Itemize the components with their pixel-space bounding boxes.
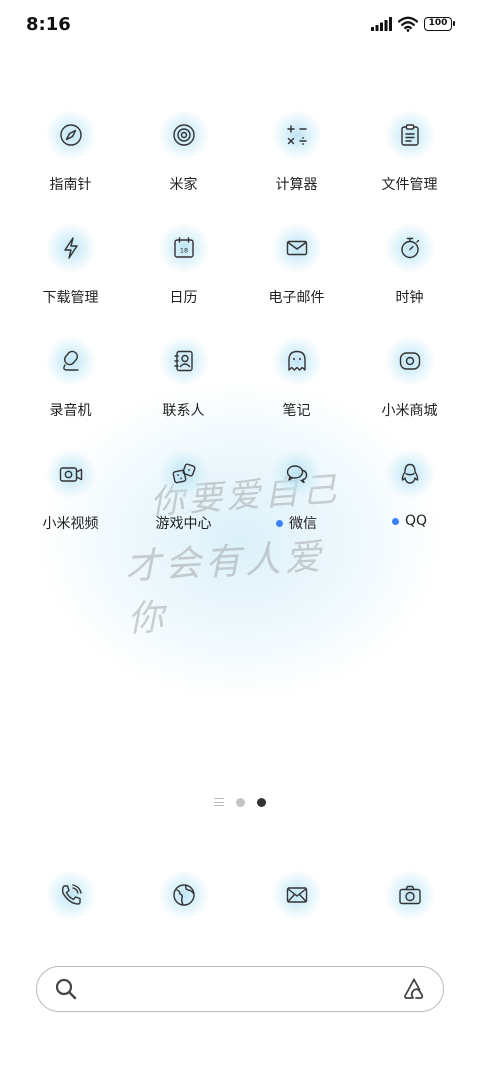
envelope-icon [271, 223, 322, 273]
dock-camera[interactable] [353, 870, 466, 930]
recorder-icon [45, 336, 96, 386]
stopwatch-icon [384, 223, 435, 273]
phone-icon [45, 870, 96, 920]
app-label: 指南针 [49, 177, 92, 193]
app-label: 联系人 [162, 403, 205, 419]
app-label: 笔记 [282, 403, 311, 419]
app-label: 米家 [169, 177, 198, 193]
dice-icon [158, 449, 209, 499]
ghost-icon [271, 336, 322, 386]
app-grid: 指南针 米家 计算器 文件管理 下载管理 18 日历 电子邮件 时钟 录音机 联… [14, 110, 466, 562]
message-icon [271, 870, 322, 920]
battery-icon: 100 [424, 17, 455, 31]
svg-text:18: 18 [179, 247, 187, 255]
page-indicator [0, 794, 480, 810]
assistant-icon[interactable] [401, 976, 427, 1002]
app-recorder[interactable]: 录音机 [14, 336, 127, 449]
dock-browser[interactable] [127, 870, 240, 930]
dock-messages[interactable] [240, 870, 353, 930]
app-label: 电子邮件 [268, 290, 325, 306]
app-wechat[interactable]: 微信 [240, 449, 353, 562]
app-qq[interactable]: QQ [353, 449, 466, 562]
app-mi-video[interactable]: 小米视频 [14, 449, 127, 562]
notification-dot [276, 519, 283, 527]
app-row: 下载管理 18 日历 电子邮件 时钟 [14, 223, 466, 336]
app-label: 时钟 [395, 290, 424, 306]
camera-icon [384, 870, 435, 920]
app-label: 文件管理 [381, 177, 438, 193]
page-indicator-list-icon[interactable] [214, 798, 224, 806]
app-clock[interactable]: 时钟 [353, 223, 466, 336]
lightning-icon [45, 223, 96, 273]
calculator-icon [271, 110, 322, 160]
app-label: 小米商城 [381, 403, 438, 419]
page-dot[interactable] [236, 797, 245, 807]
globe-icon [158, 870, 209, 920]
app-row: 指南针 米家 计算器 文件管理 [14, 110, 466, 223]
app-row: 小米视频 游戏中心 微信 QQ [14, 449, 466, 562]
app-notes[interactable]: 笔记 [240, 336, 353, 449]
chat-bubbles-icon [271, 449, 322, 499]
page-dot-active[interactable] [257, 797, 266, 807]
video-camera-icon [45, 449, 96, 499]
search-icon[interactable] [53, 976, 79, 1002]
app-label: 游戏中心 [155, 516, 212, 532]
target-icon [158, 110, 209, 160]
app-mijia[interactable]: 米家 [127, 110, 240, 223]
app-compass[interactable]: 指南针 [14, 110, 127, 223]
app-game-center[interactable]: 游戏中心 [127, 449, 240, 562]
signal-icon [371, 17, 392, 31]
status-bar: 8:16 100 [0, 0, 480, 50]
calendar-icon: 18 [158, 223, 209, 273]
wifi-icon [398, 16, 418, 32]
app-mi-store[interactable]: 小米商城 [353, 336, 466, 449]
notification-dot [391, 517, 399, 525]
app-download-manager[interactable]: 下载管理 [14, 223, 127, 336]
app-row: 录音机 联系人 笔记 小米商城 [14, 336, 466, 449]
penguin-icon [384, 449, 435, 499]
compass-icon [45, 110, 96, 160]
app-label: 录音机 [49, 403, 92, 419]
app-contacts[interactable]: 联系人 [127, 336, 240, 449]
app-email[interactable]: 电子邮件 [240, 223, 353, 336]
app-calendar[interactable]: 18 日历 [127, 223, 240, 336]
shop-icon [384, 336, 435, 386]
dock-phone[interactable] [14, 870, 127, 930]
app-calculator[interactable]: 计算器 [240, 110, 353, 223]
app-label: 计算器 [275, 177, 318, 193]
app-label: QQ [391, 513, 427, 529]
app-label: 日历 [169, 290, 198, 306]
search-bar[interactable] [36, 966, 444, 1012]
dock [14, 870, 466, 930]
status-icons: 100 [370, 16, 455, 32]
app-label: 微信 [276, 513, 317, 533]
status-time: 8:16 [26, 14, 71, 35]
app-label: 小米视频 [42, 516, 99, 532]
clipboard-icon [384, 110, 435, 160]
app-file-manager[interactable]: 文件管理 [353, 110, 466, 223]
search-input[interactable] [89, 969, 391, 1009]
app-label: 下载管理 [42, 290, 99, 306]
contacts-icon [158, 336, 209, 386]
